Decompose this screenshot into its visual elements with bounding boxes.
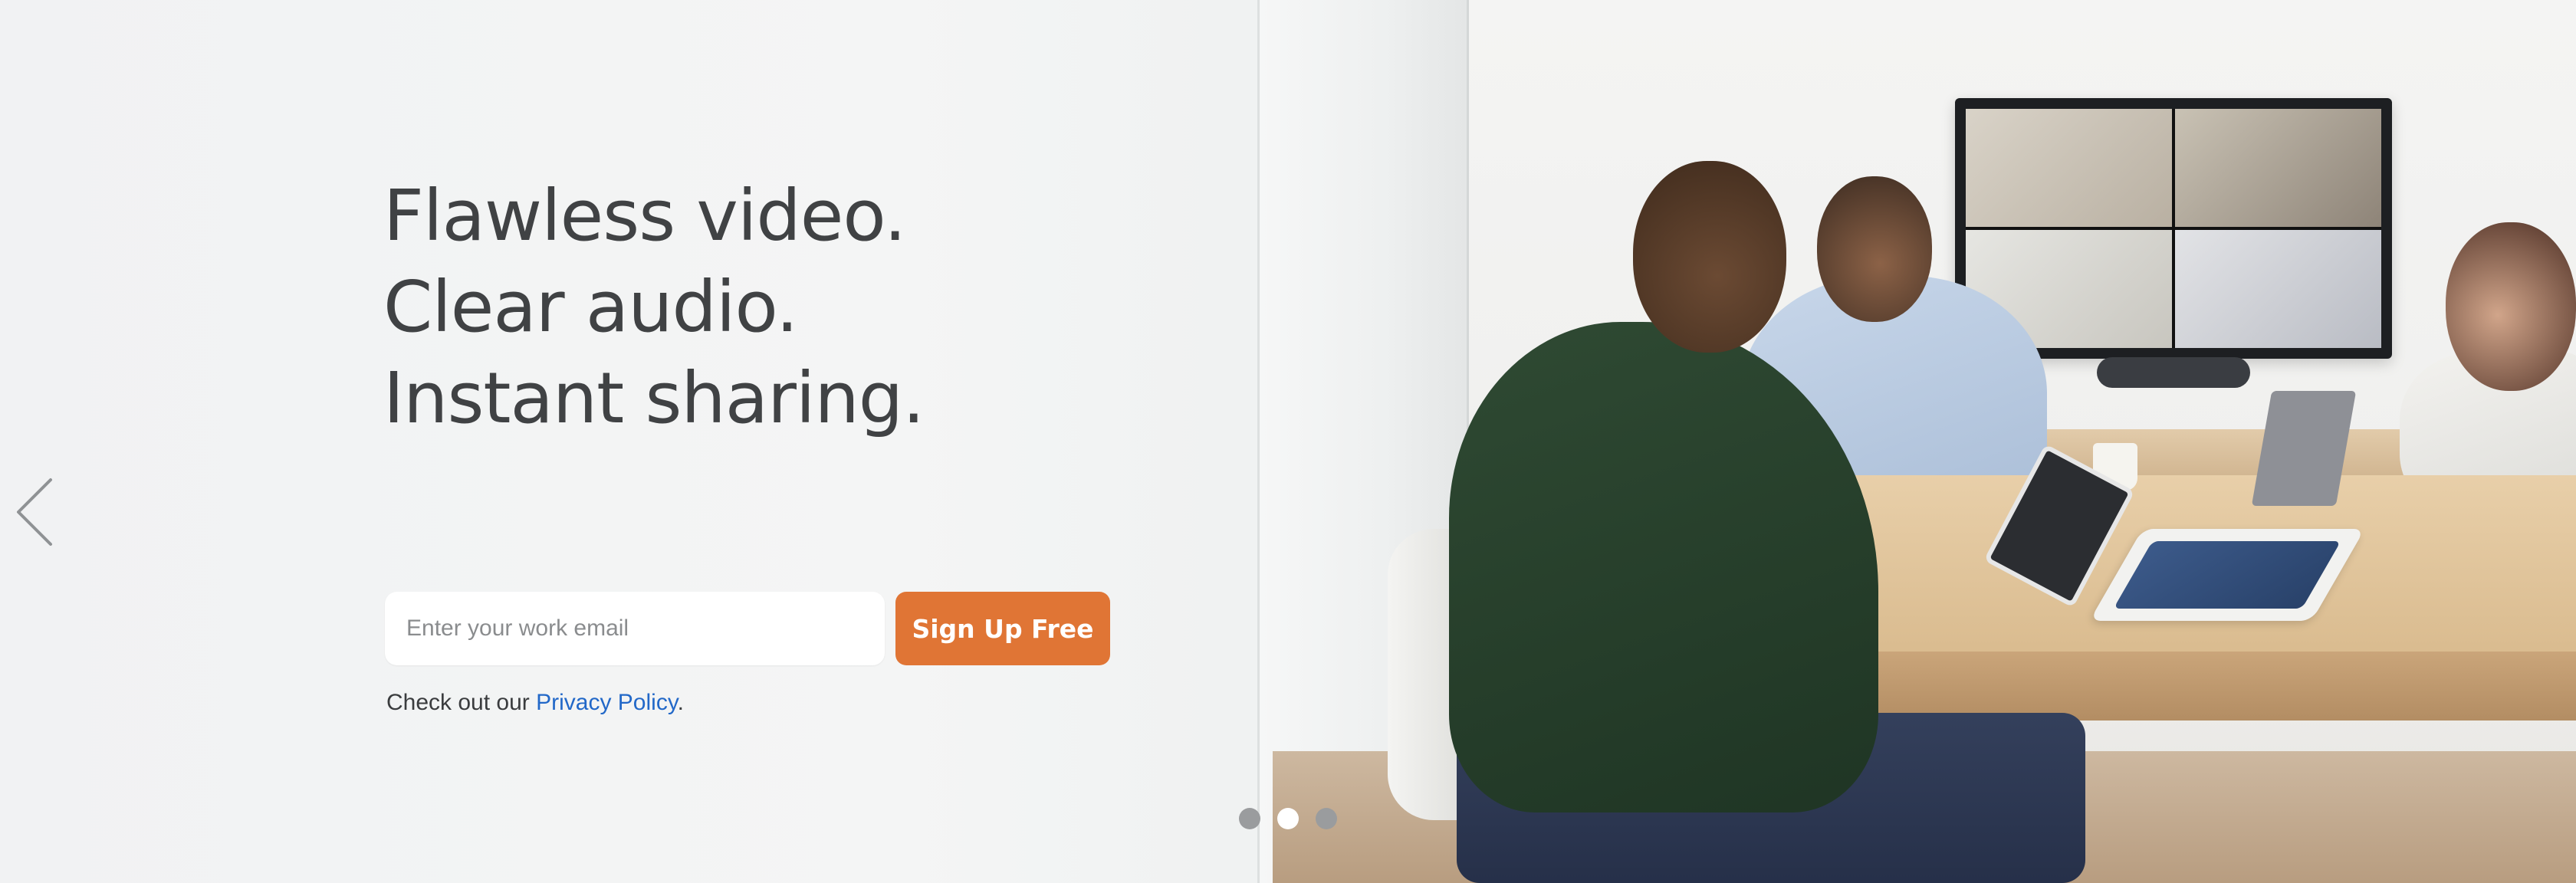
headline-line: Flawless video. <box>383 175 906 257</box>
sign-up-free-button[interactable]: Sign Up Free <box>895 592 1110 665</box>
person-blue-shirt-head <box>1817 176 1932 322</box>
carousel-dot-2[interactable] <box>1277 808 1299 829</box>
carousel-dot-1[interactable] <box>1239 808 1260 829</box>
video-conference-display <box>1955 98 2392 359</box>
privacy-notice: Check out our Privacy Policy. <box>386 690 684 716</box>
video-tile <box>2175 109 2381 227</box>
signup-form: Sign Up Free <box>385 592 1110 665</box>
privacy-suffix: . <box>677 690 684 715</box>
person-right-head <box>2446 222 2576 391</box>
conference-camera <box>2097 357 2250 388</box>
carousel-pagination <box>1239 808 1337 829</box>
video-tile <box>1966 109 2172 227</box>
headline-line: Clear audio. <box>383 266 798 348</box>
email-input[interactable] <box>385 592 885 665</box>
carousel-dot-3[interactable] <box>1316 808 1337 829</box>
headline-line: Instant sharing. <box>383 357 925 439</box>
privacy-prefix: Check out our <box>386 690 537 715</box>
person-green-sweater-head <box>1633 161 1786 353</box>
chevron-left-icon[interactable] <box>11 475 57 549</box>
hero-headline: Flawless video. Clear audio. Instant sha… <box>383 170 925 444</box>
video-tile <box>2175 230 2381 348</box>
privacy-policy-link[interactable]: Privacy Policy <box>536 690 677 715</box>
